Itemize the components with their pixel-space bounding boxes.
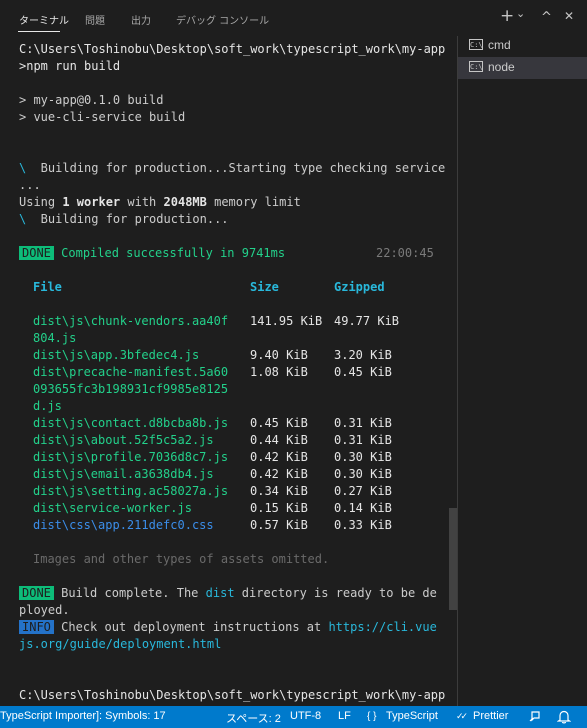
file-gzip-size: 0.27 KiB [334,484,392,498]
info-badge: INFO [19,620,54,634]
encoding-status[interactable]: UTF-8 [290,710,321,722]
file-size: 0.42 KiB [250,450,308,464]
prompt-path: C:\Users\Toshinobu\Desktop\soft_work\typ… [19,42,446,56]
file-name: dist\js\chunk-vendors.aa40f [33,314,229,328]
file-gzip-size: 0.31 KiB [334,416,392,430]
file-name: dist\js\setting.ac58027a.js [33,484,229,498]
indentation-status[interactable]: スペース: 2 [226,710,281,726]
done-badge: DONE [19,246,54,260]
memory-suffix: memory limit [206,195,301,209]
active-tab-indicator [18,31,60,32]
terminal-list-item-cmd[interactable]: C:\ cmd [458,35,587,57]
file-size: 0.34 KiB [250,484,308,498]
worker-line: Using 1 worker with 2048MB memory limit [19,194,301,211]
file-name: dist\js\about.52f5c5a2.js [33,433,214,447]
new-terminal-icon[interactable]: + [500,6,514,26]
file-size: 0.57 KiB [250,518,308,532]
header-size: Size [250,280,279,294]
file-size: 141.95 KiB [250,314,323,328]
panel-divider[interactable] [457,36,458,706]
panel-tab-bar: ターミナル 問題 出力 デバッグ コンソール + ⌄ ^ ✕ [0,0,587,36]
status-bar: TypeScript Importer]: Symbols: 17 スペース: … [0,706,587,728]
chevron-down-icon[interactable]: ⌄ [516,7,525,20]
worker-count: 1 worker [62,195,121,209]
file-size: 0.44 KiB [250,433,308,447]
build-complete-wrap: ployed. [19,603,70,617]
file-size: 0.42 KiB [250,467,308,481]
building-text-2: Building for production... [26,212,229,226]
file-gzip-size: 3.20 KiB [334,348,392,362]
file-size: 0.45 KiB [250,416,308,430]
file-name: dist\precache-manifest.5a60 [33,365,229,379]
deploy-info-line: INFO Check out deployment instructions a… [19,619,437,636]
done-badge: DONE [19,586,54,600]
maximize-panel-icon[interactable]: ^ [541,10,552,25]
building-line-2: \ Building for production... [19,211,229,228]
build-complete-line: DONE Build complete. The dist directory … [19,585,437,602]
eol-status[interactable]: LF [338,710,351,722]
build-complete-pre: Build complete. The [61,586,206,600]
file-size: 0.15 KiB [250,501,308,515]
file-name: 093655fc3b198931cf9985e8125 [33,382,229,396]
file-name: dist\js\contact.d8bcba8b.js [33,416,229,430]
file-name: dist\js\email.a3638db4.js [33,467,214,481]
file-size: 1.08 KiB [250,365,308,379]
feedback-icon[interactable] [528,709,542,726]
terminal-node-icon: C:\ [469,61,483,72]
file-name: dist\service-worker.js [33,501,192,515]
header-gzipped: Gzipped [334,280,385,294]
memory-limit: 2048MB [163,195,207,209]
deploy-text: Check out deployment instructions at [61,620,329,634]
file-name: 804.js [33,331,77,345]
header-file: File [33,280,62,294]
file-gzip-size: 0.30 KiB [334,450,392,464]
deploy-url-wrap[interactable]: js.org/guide/deployment.html [19,636,221,653]
script-line-2: > vue-cli-service build [19,110,186,124]
building-line-1-wrap: ... [19,178,41,192]
terminal-name: cmd [488,38,511,52]
bell-icon[interactable] [556,709,572,727]
file-gzip-size: 49.77 KiB [334,314,400,328]
prettier-check-icon: ✓✓ [456,711,468,721]
prompt-command: >npm run build [19,59,121,73]
terminal-name: node [488,60,515,74]
tab-output[interactable]: 出力 [131,12,151,27]
final-prompt: C:\Users\Toshinobu\Desktop\soft_work\typ… [19,688,446,702]
tab-terminal[interactable]: ターミナル [19,12,69,27]
typescript-importer-status[interactable]: TypeScript Importer]: Symbols: 17 [0,710,166,722]
build-timestamp: 22:00:45 [376,246,434,260]
build-complete-post: directory is ready to be de [234,586,437,600]
file-gzip-size: 0.30 KiB [334,467,392,481]
tab-problems[interactable]: 問題 [85,12,105,27]
terminal-output[interactable]: C:\Users\Toshinobu\Desktop\soft_work\typ… [0,36,449,703]
braces-icon: { } [367,711,377,722]
file-gzip-size: 0.14 KiB [334,501,392,515]
file-gzip-size: 0.33 KiB [334,518,392,532]
file-name: dist\css\app.211defc0.css [33,518,214,532]
close-panel-icon[interactable]: ✕ [564,9,574,23]
compiled-line: DONE Compiled successfully in 9741ms [19,245,285,262]
using-prefix: Using [19,195,63,209]
file-name: dist\js\profile.7036d8c7.js [33,450,229,464]
terminal-cmd-icon: C:\ [469,39,483,50]
deploy-url[interactable]: https://cli.vue [328,620,436,634]
compiled-message: Compiled successfully in 9741ms [61,246,286,260]
with-text: with [120,195,164,209]
tab-debug-console[interactable]: デバッグ コンソール [176,12,269,27]
assets-omitted: Images and other types of assets omitted… [33,552,330,566]
dist-dir: dist [205,586,235,600]
script-line-1: > my-app@0.1.0 build [19,93,164,107]
prettier-status[interactable]: Prettier [473,710,508,722]
building-line-1: \ Building for production...Starting typ… [19,160,445,177]
file-name: d.js [33,399,62,413]
building-text-1: Building for production...Starting type … [26,161,446,175]
language-mode[interactable]: TypeScript [386,710,438,722]
file-gzip-size: 0.45 KiB [334,365,392,379]
terminal-list-item-node[interactable]: C:\ node [458,57,587,79]
file-name: dist\js\app.3bfedec4.js [33,348,200,362]
file-gzip-size: 0.31 KiB [334,433,392,447]
file-size: 9.40 KiB [250,348,308,362]
